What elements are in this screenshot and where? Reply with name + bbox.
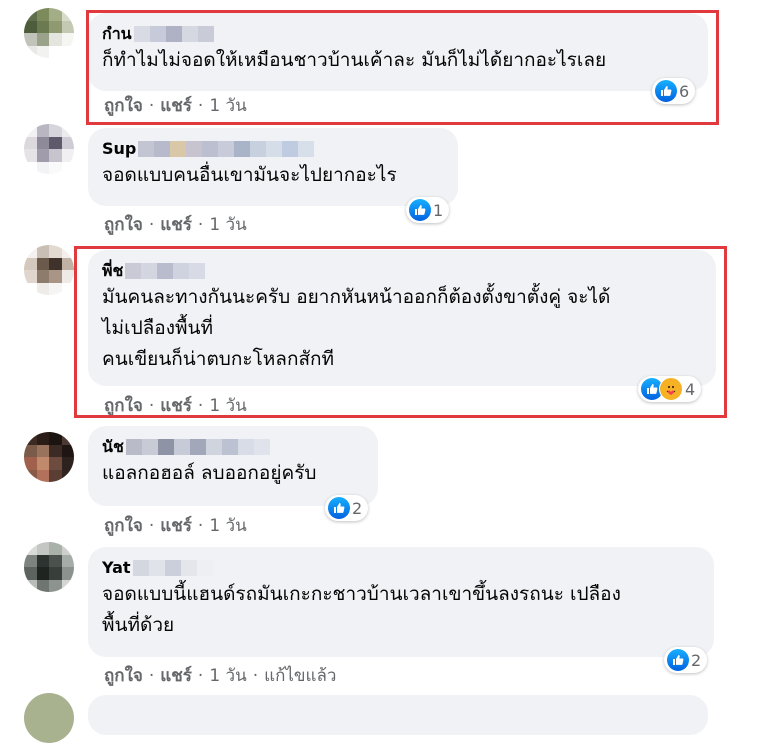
avatar[interactable] [24,693,74,743]
redacted-name [138,141,315,157]
like-reaction-icon [328,497,350,519]
like-action[interactable]: ถูกใจ [104,662,143,689]
reaction-count: 2 [352,498,363,518]
comment-actions: ถูกใจ · แชร์ · 1 วัน [104,512,247,539]
reaction-summary[interactable]: 1 [406,197,450,223]
edited-label[interactable]: แก้ไขแล้ว [264,662,336,689]
reaction-summary[interactable]: 2 [664,647,708,673]
comment-text: แอลกอฮอล์ ลบออกอยู่ครับ [102,462,317,484]
share-action[interactable]: แชร์ [160,211,192,238]
author-name[interactable]: นัช [102,437,124,457]
redacted-name [125,439,270,455]
comment-actions: ถูกใจ · แชร์ · 1 วัน [104,211,247,238]
comment-text: จอดแบบคนอื่นเขามันจะไปยากอะไร [102,164,397,186]
like-reaction-icon [409,199,431,221]
share-action[interactable]: แชร์ [160,512,192,539]
like-action[interactable]: ถูกใจ [104,512,143,539]
like-reaction-icon [667,649,689,671]
comment-bubble: Sup จอดแบบคนอื่นเขามันจะไปยากอะไร [88,128,458,206]
comment-author[interactable]: Yat [102,557,700,579]
author-name[interactable]: Sup [102,139,136,159]
timestamp[interactable]: 1 วัน [209,662,246,689]
comment-author[interactable]: นัช [102,436,364,458]
reaction-count: 1 [433,200,444,220]
avatar[interactable] [24,245,74,295]
like-action[interactable]: ถูกใจ [104,211,143,238]
comment-bubble [88,695,708,735]
redacted-name [132,560,213,576]
author-name[interactable]: Yat [102,558,131,578]
highlight-box [74,246,727,418]
avatar[interactable] [24,432,74,482]
timestamp[interactable]: 1 วัน [209,211,246,238]
comment-bubble: นัช แอลกอฮอล์ ลบออกอยู่ครับ [88,426,378,506]
avatar[interactable] [24,8,74,58]
reaction-count: 2 [691,650,702,670]
comment-author[interactable]: Sup [102,138,444,160]
highlight-box [86,10,719,125]
comment-bubble: Yat จอดแบบนี้แฮนด์รถมันเกะกะชาวบ้านเวลาเ… [88,547,714,657]
comment-text: จอดแบบนี้แฮนด์รถมันเกะกะชาวบ้านเวลาเขาขึ… [102,583,621,636]
avatar[interactable] [24,124,74,174]
timestamp[interactable]: 1 วัน [209,512,246,539]
share-action[interactable]: แชร์ [160,662,192,689]
avatar[interactable] [24,542,74,592]
reaction-summary[interactable]: 2 [325,495,369,521]
comment-actions: ถูกใจ · แชร์ · 1 วัน · แก้ไขแล้ว [104,662,336,689]
